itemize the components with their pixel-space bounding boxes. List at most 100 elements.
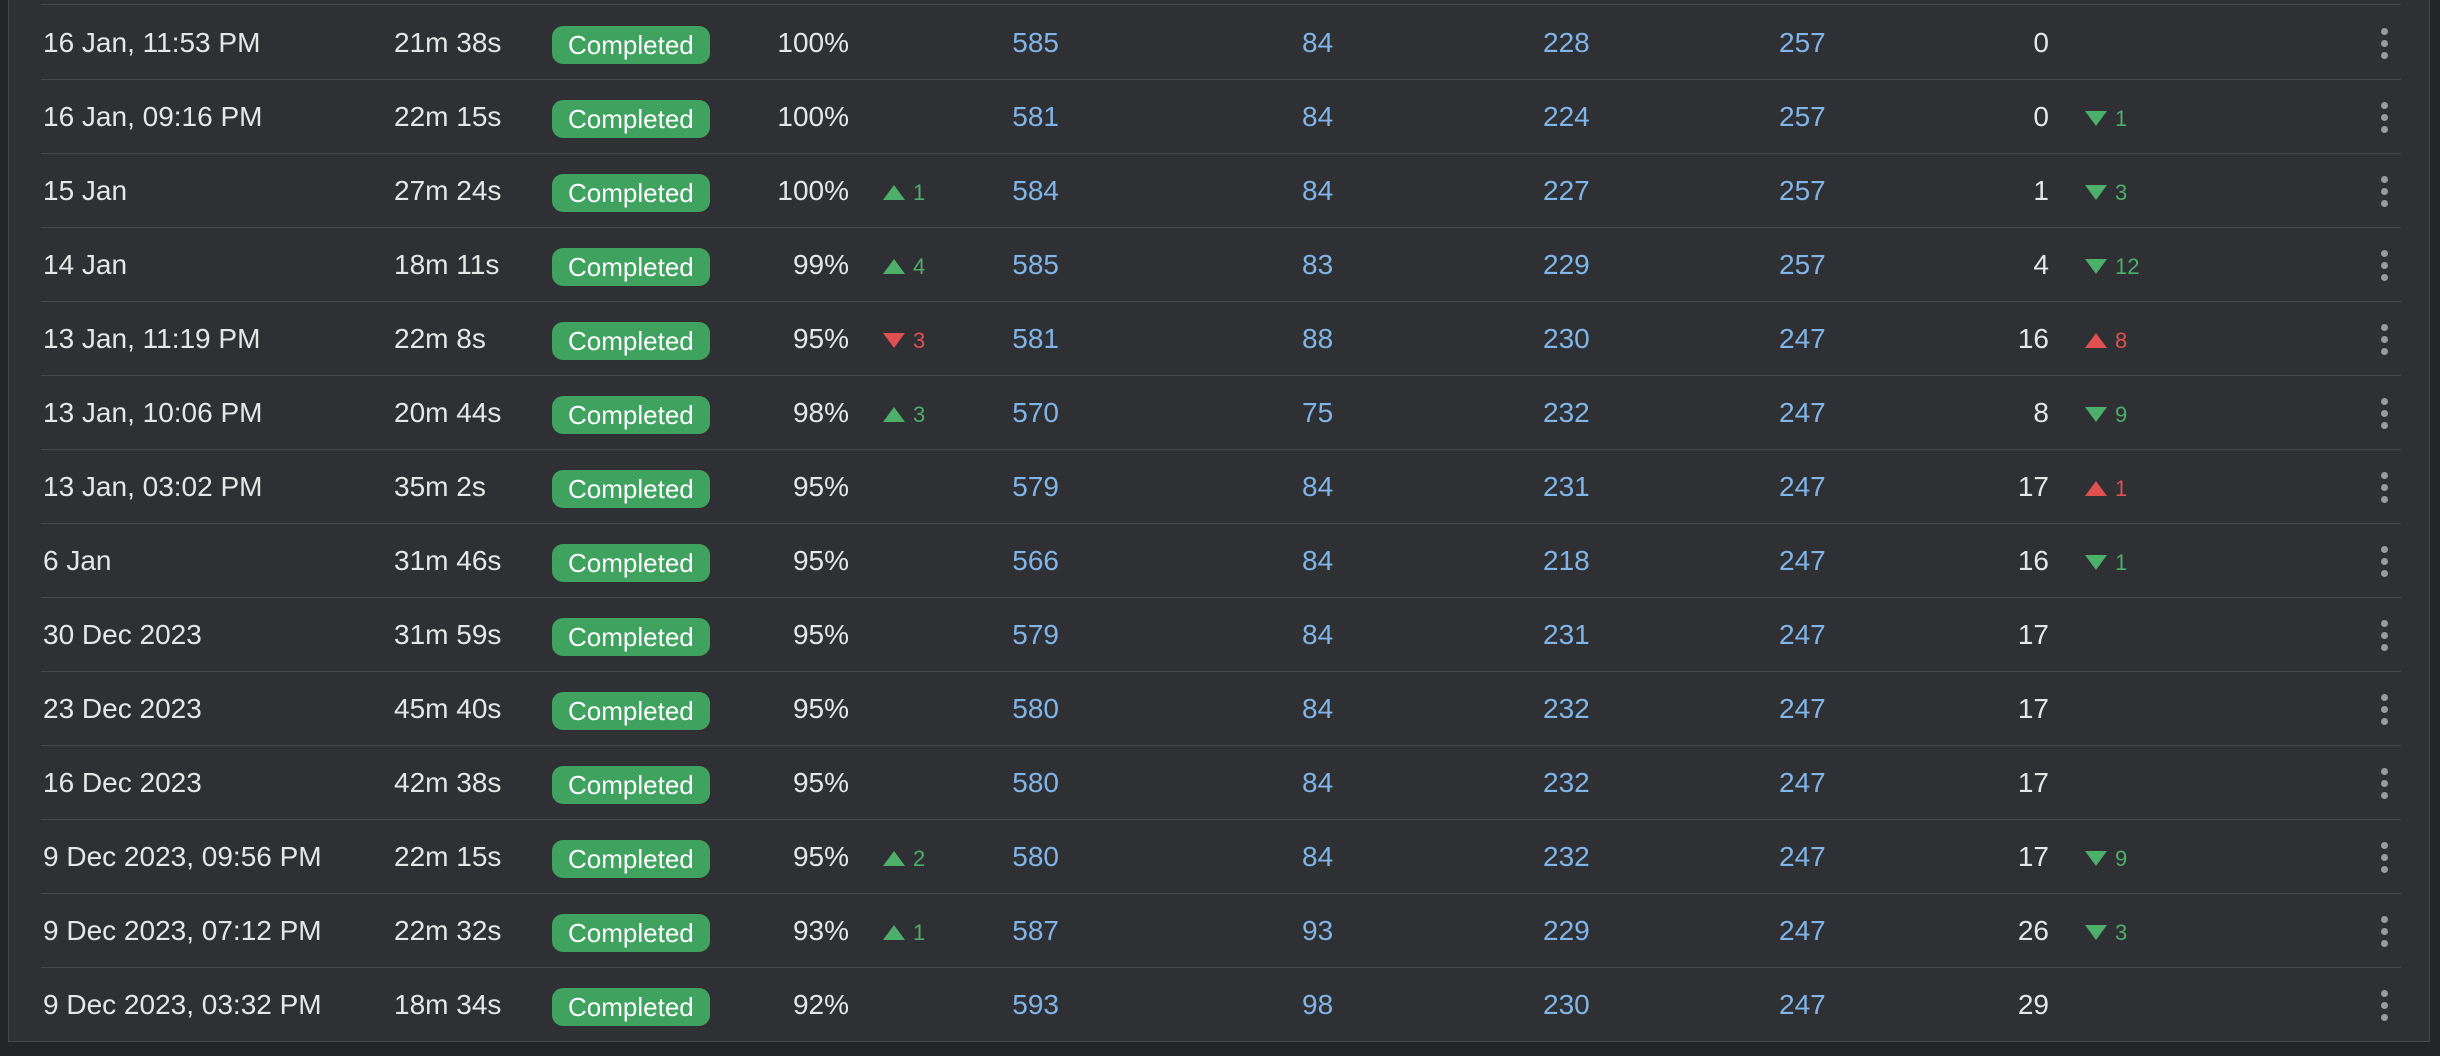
count-b-link[interactable]: 84 xyxy=(1302,524,1352,598)
total-count-link[interactable]: 581 xyxy=(989,80,1059,154)
count-d-link[interactable]: 257 xyxy=(1779,154,1849,228)
count-b-link[interactable]: 84 xyxy=(1302,450,1352,524)
table-row[interactable]: 9 Dec 2023, 09:56 PM 22m 15s Completed 95% 2… xyxy=(9,820,2429,894)
table-row[interactable]: 6 Jan 31m 46s Completed 95% 566 84 218 247 16 1 xyxy=(9,524,2429,598)
table-row[interactable]: 16 Jan, 11:53 PM 21m 38s Completed 100% 585 8… xyxy=(9,6,2429,80)
count-b-link[interactable]: 84 xyxy=(1302,672,1352,746)
count-d-link[interactable]: 247 xyxy=(1779,968,1849,1042)
total-count-link[interactable]: 566 xyxy=(989,524,1059,598)
total-count-link[interactable]: 579 xyxy=(989,450,1059,524)
total-count-link[interactable]: 584 xyxy=(989,154,1059,228)
row-menu-button[interactable] xyxy=(2369,376,2399,450)
triangle-down-icon xyxy=(2085,111,2107,126)
row-menu-button[interactable] xyxy=(2369,820,2399,894)
table-row[interactable]: 15 Jan 27m 24s Completed 100% 1 584 84 227 257 1 3 xyxy=(9,154,2429,228)
count-b-link[interactable]: 75 xyxy=(1302,376,1352,450)
table-row[interactable]: 13 Jan, 11:19 PM 22m 8s Completed 95% 3 581 88… xyxy=(9,302,2429,376)
row-menu-button[interactable] xyxy=(2369,968,2399,1042)
count-b-link[interactable]: 84 xyxy=(1302,154,1352,228)
row-menu-button[interactable] xyxy=(2369,450,2399,524)
count-d-link[interactable]: 247 xyxy=(1779,672,1849,746)
table-row[interactable]: 14 Jan 18m 11s Completed 99% 4 585 83 229 257 4 12 xyxy=(9,228,2429,302)
more-vertical-icon xyxy=(2380,693,2388,725)
row-menu-button[interactable] xyxy=(2369,80,2399,154)
triangle-up-icon xyxy=(883,407,905,422)
pass-percentage: 95% xyxy=(792,323,849,354)
table-row[interactable]: 9 Dec 2023, 03:32 PM 18m 34s Completed 92% 5… xyxy=(9,968,2429,1042)
row-menu-button[interactable] xyxy=(2369,6,2399,80)
total-count-link[interactable]: 581 xyxy=(989,302,1059,376)
count-b-link[interactable]: 84 xyxy=(1302,6,1352,80)
count-c-link[interactable]: 232 xyxy=(1543,672,1613,746)
total-count-link[interactable]: 579 xyxy=(989,598,1059,672)
count-c-link[interactable]: 232 xyxy=(1543,376,1613,450)
count-c-link[interactable]: 230 xyxy=(1543,302,1613,376)
total-count-link[interactable]: 570 xyxy=(989,376,1059,450)
more-vertical-icon xyxy=(2380,619,2388,651)
count-b-link[interactable]: 83 xyxy=(1302,228,1352,302)
pass-delta: 1 xyxy=(883,894,925,968)
table-row[interactable]: 16 Jan, 09:16 PM 22m 15s Completed 100% 581 8… xyxy=(9,80,2429,154)
failure-delta-value: 8 xyxy=(2085,304,2127,378)
count-c-link[interactable]: 228 xyxy=(1543,6,1613,80)
status-cell: Completed xyxy=(552,672,710,746)
table-row[interactable]: 13 Jan, 10:06 PM 20m 44s Completed 98% 3 570 7… xyxy=(9,376,2429,450)
count-c-link[interactable]: 218 xyxy=(1543,524,1613,598)
count-c-link[interactable]: 231 xyxy=(1543,598,1613,672)
count-d-link[interactable]: 247 xyxy=(1779,376,1849,450)
count-d-link[interactable]: 247 xyxy=(1779,894,1849,968)
total-count-link[interactable]: 580 xyxy=(989,746,1059,820)
failure-count: 17 xyxy=(2017,471,2049,502)
count-d-link[interactable]: 257 xyxy=(1779,6,1849,80)
count-c-link[interactable]: 232 xyxy=(1543,820,1613,894)
failure-delta: 3 xyxy=(2085,154,2127,228)
total-count-link[interactable]: 593 xyxy=(989,968,1059,1042)
count-d-link[interactable]: 247 xyxy=(1779,524,1849,598)
count-b-link[interactable]: 84 xyxy=(1302,746,1352,820)
delta-number: 3 xyxy=(2115,179,2128,205)
row-menu-button[interactable] xyxy=(2369,672,2399,746)
count-b-link[interactable]: 84 xyxy=(1302,820,1352,894)
count-b-link[interactable]: 93 xyxy=(1302,894,1352,968)
count-c-link[interactable]: 229 xyxy=(1543,894,1613,968)
row-menu-button[interactable] xyxy=(2369,228,2399,302)
count-c-link[interactable]: 224 xyxy=(1543,80,1613,154)
total-count-link[interactable]: 585 xyxy=(989,6,1059,80)
table-row[interactable]: 9 Dec 2023, 07:12 PM 22m 32s Completed 93% 1… xyxy=(9,894,2429,968)
row-menu-button[interactable] xyxy=(2369,746,2399,820)
count-d-link[interactable]: 247 xyxy=(1779,450,1849,524)
failure-delta: 1 xyxy=(2085,80,2127,154)
table-row[interactable]: 23 Dec 2023 45m 40s Completed 95% 580 84 232 24… xyxy=(9,672,2429,746)
total-count-link[interactable]: 585 xyxy=(989,228,1059,302)
count-b-link[interactable]: 84 xyxy=(1302,598,1352,672)
row-menu-button[interactable] xyxy=(2369,154,2399,228)
count-b-link[interactable]: 88 xyxy=(1302,302,1352,376)
count-d-link[interactable]: 247 xyxy=(1779,598,1849,672)
count-b-link[interactable]: 98 xyxy=(1302,968,1352,1042)
count-c-link[interactable]: 232 xyxy=(1543,746,1613,820)
count-d-link[interactable]: 257 xyxy=(1779,80,1849,154)
row-menu-button[interactable] xyxy=(2369,598,2399,672)
status-cell: Completed xyxy=(552,376,710,450)
run-date: 9 Dec 2023, 07:12 PM xyxy=(43,915,322,946)
row-menu-button[interactable] xyxy=(2369,894,2399,968)
row-menu-button[interactable] xyxy=(2369,524,2399,598)
total-count-link[interactable]: 587 xyxy=(989,894,1059,968)
status-cell: Completed xyxy=(552,598,710,672)
count-c-link[interactable]: 231 xyxy=(1543,450,1613,524)
table-row[interactable]: 30 Dec 2023 31m 59s Completed 95% 579 84 231 24… xyxy=(9,598,2429,672)
count-b-link[interactable]: 84 xyxy=(1302,80,1352,154)
count-d-link[interactable]: 257 xyxy=(1779,228,1849,302)
table-row[interactable]: 13 Jan, 03:02 PM 35m 2s Completed 95% 579 84 2… xyxy=(9,450,2429,524)
count-c-link[interactable]: 230 xyxy=(1543,968,1613,1042)
table-row[interactable]: 16 Dec 2023 42m 38s Completed 95% 580 84 232 24… xyxy=(9,746,2429,820)
count-d-link[interactable]: 247 xyxy=(1779,302,1849,376)
total-count-link[interactable]: 580 xyxy=(989,672,1059,746)
count-d-link[interactable]: 247 xyxy=(1779,746,1849,820)
count-c-link[interactable]: 227 xyxy=(1543,154,1613,228)
row-menu-button[interactable] xyxy=(2369,302,2399,376)
count-d-link[interactable]: 247 xyxy=(1779,820,1849,894)
triangle-up-icon xyxy=(2085,333,2107,348)
total-count-link[interactable]: 580 xyxy=(989,820,1059,894)
count-c-link[interactable]: 229 xyxy=(1543,228,1613,302)
